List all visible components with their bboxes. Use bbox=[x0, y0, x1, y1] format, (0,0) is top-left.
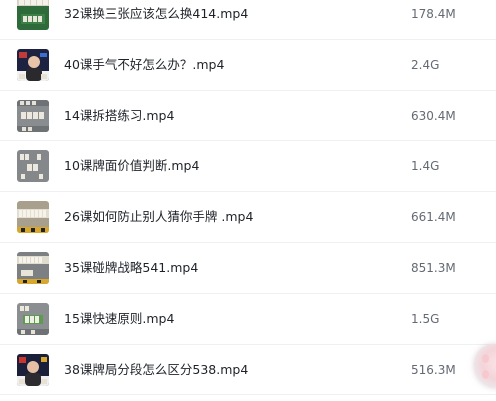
video-thumbnail-icon bbox=[17, 251, 49, 284]
video-thumbnail-icon bbox=[17, 99, 49, 132]
file-size: 661.4M bbox=[411, 210, 456, 225]
file-name[interactable]: 26课如何防止别人猜你手牌 .mp4 bbox=[64, 192, 253, 243]
file-row[interactable]: 35课碰牌战略541.mp4 851.3M bbox=[0, 243, 496, 294]
file-name[interactable]: 10课牌面价值判断.mp4 bbox=[64, 141, 199, 192]
file-size: 178.4M bbox=[411, 7, 456, 21]
file-name[interactable]: 38课牌局分段怎么区分538.mp4 bbox=[64, 345, 248, 396]
file-row[interactable]: 32课换三张应该怎么换414.mp4 178.4M bbox=[0, 0, 496, 40]
file-row[interactable]: 10课牌面价值判断.mp4 1.4G bbox=[0, 141, 496, 193]
file-name[interactable]: 14课拆搭练习.mp4 bbox=[64, 91, 174, 142]
file-row[interactable]: 38课牌局分段怎么区分538.mp4 516.3M bbox=[0, 345, 496, 396]
file-name[interactable]: 15课快速原则.mp4 bbox=[64, 294, 174, 345]
file-row[interactable]: 40课手气不好怎么办？.mp4 2.4G bbox=[0, 40, 496, 91]
file-size: 1.4G bbox=[411, 159, 440, 174]
video-thumbnail-icon bbox=[17, 302, 49, 335]
file-name[interactable]: 32课换三张应该怎么换414.mp4 bbox=[64, 0, 248, 40]
file-row[interactable]: 15课快速原则.mp4 1.5G bbox=[0, 294, 496, 345]
file-row[interactable]: 14课拆搭练习.mp4 630.4M bbox=[0, 91, 496, 142]
video-thumbnail-icon bbox=[17, 48, 49, 81]
file-row[interactable]: 26课如何防止别人猜你手牌 .mp4 661.4M bbox=[0, 192, 496, 243]
video-thumbnail-icon bbox=[17, 150, 49, 183]
file-name[interactable]: 35课碰牌战略541.mp4 bbox=[64, 243, 198, 294]
video-thumbnail-icon bbox=[17, 201, 49, 234]
file-name[interactable]: 40课手气不好怎么办？.mp4 bbox=[64, 40, 224, 91]
file-list: 32课换三张应该怎么换414.mp4 178.4M 40课手气不好怎么办？.mp… bbox=[0, 0, 496, 396]
file-size: 630.4M bbox=[411, 108, 456, 123]
file-size: 2.4G bbox=[411, 57, 440, 72]
file-size: 1.5G bbox=[411, 311, 440, 326]
video-thumbnail-icon bbox=[17, 353, 49, 386]
video-thumbnail-icon bbox=[17, 0, 49, 30]
file-size: 851.3M bbox=[411, 260, 456, 275]
file-size: 516.3M bbox=[411, 362, 456, 377]
